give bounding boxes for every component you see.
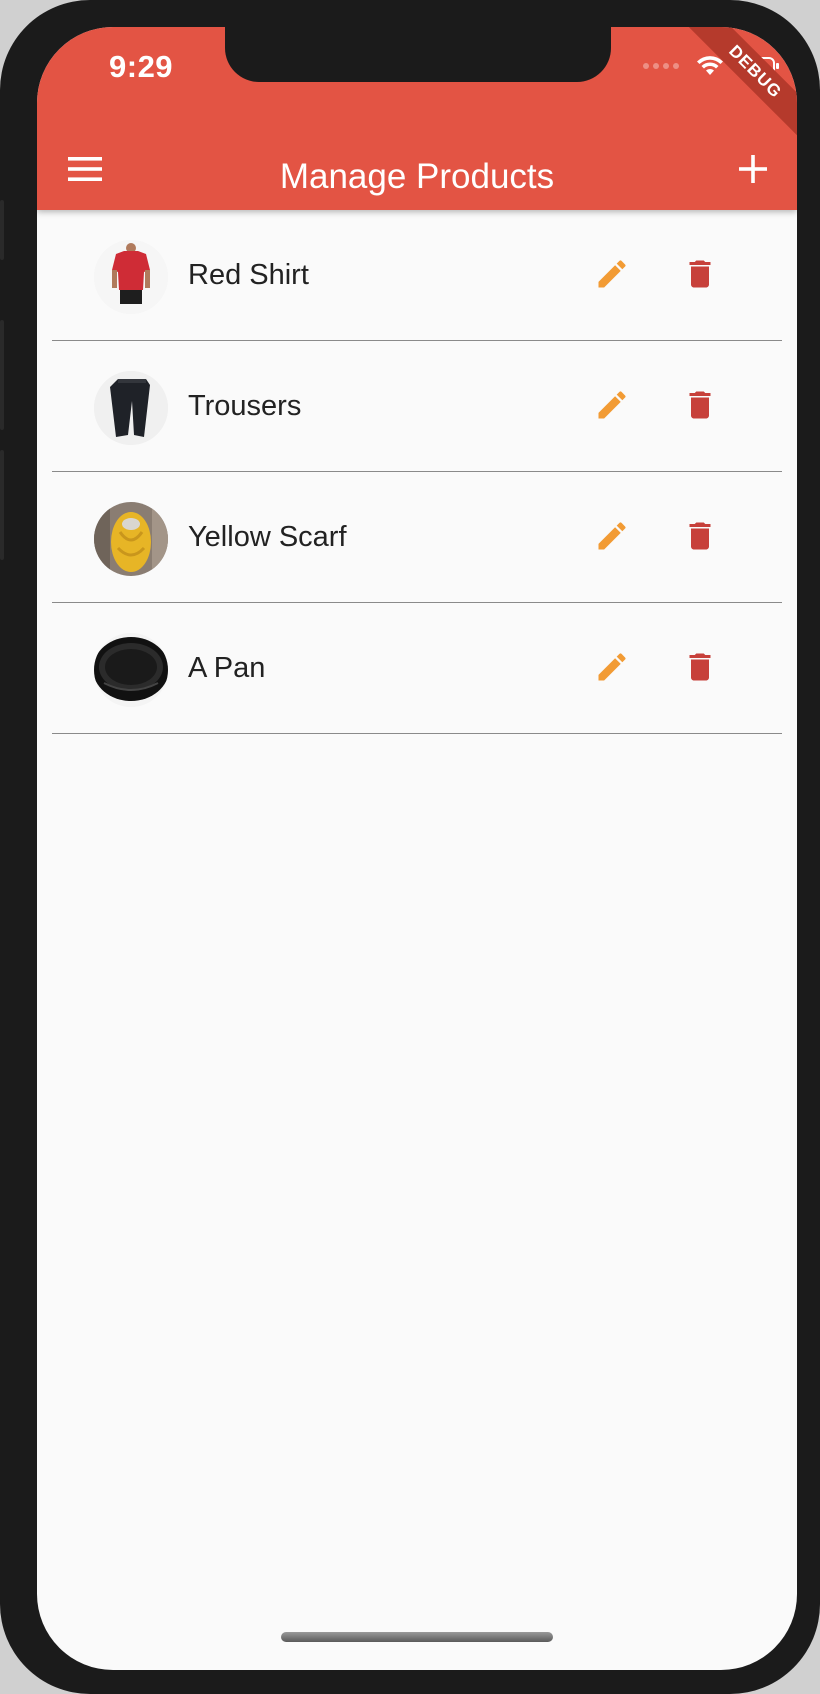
page-title: Manage Products <box>279 157 555 196</box>
edit-button[interactable] <box>592 647 632 687</box>
pencil-icon <box>598 260 626 288</box>
product-row[interactable]: Yellow Scarf <box>52 472 782 603</box>
side-button-volume-up <box>0 320 4 430</box>
trash-icon <box>689 391 711 419</box>
side-button-volume-down <box>0 450 4 560</box>
product-row[interactable]: A Pan <box>52 603 782 734</box>
product-title: A Pan <box>188 652 266 684</box>
edit-button[interactable] <box>592 385 632 425</box>
screen: 9:29 DEBUG Manage Products Red Shirt Tro… <box>37 27 797 1670</box>
delete-button[interactable] <box>680 254 720 294</box>
cellular-signal-icon <box>643 63 679 69</box>
trash-icon <box>689 260 711 288</box>
device-notch <box>225 27 611 82</box>
trousers-thumbnail <box>94 371 168 445</box>
yellow-scarf-thumbnail <box>94 502 168 576</box>
edit-button[interactable] <box>592 516 632 556</box>
trash-icon <box>689 653 711 681</box>
status-time: 9:29 <box>109 49 174 84</box>
pencil-icon <box>598 522 626 550</box>
edit-button[interactable] <box>592 254 632 294</box>
product-title: Red Shirt <box>188 259 309 291</box>
product-row[interactable]: Red Shirt <box>52 210 782 341</box>
debug-banner: DEBUG <box>680 27 797 147</box>
side-button-silent <box>0 200 4 260</box>
product-list: Red Shirt Trousers Yellow Scarf A Pan <box>37 210 797 734</box>
trash-icon <box>689 522 711 550</box>
delete-button[interactable] <box>680 647 720 687</box>
pencil-icon <box>598 391 626 419</box>
product-row[interactable]: Trousers <box>52 341 782 472</box>
plus-icon <box>739 155 767 183</box>
product-title: Yellow Scarf <box>188 521 347 553</box>
product-title: Trousers <box>188 390 302 422</box>
pan-thumbnail <box>94 633 168 707</box>
add-product-button[interactable] <box>735 151 771 187</box>
pencil-icon <box>598 653 626 681</box>
delete-button[interactable] <box>680 516 720 556</box>
phone-frame: 9:29 DEBUG Manage Products Red Shirt Tro… <box>0 0 820 1694</box>
home-indicator[interactable] <box>281 1632 553 1642</box>
red-shirt-thumbnail <box>94 240 168 314</box>
delete-button[interactable] <box>680 385 720 425</box>
